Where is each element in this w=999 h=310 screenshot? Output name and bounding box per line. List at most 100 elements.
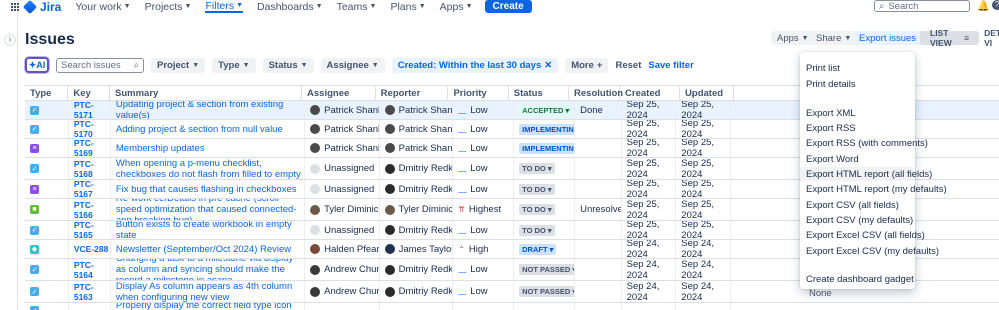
issue-key-link[interactable]: PTC-5169 — [74, 139, 110, 157]
reporter-person[interactable]: Patrick Shanley — [384, 124, 452, 135]
menu-item-export-csv-defaults[interactable]: Export CSV (my defaults) — [806, 215, 913, 226]
issue-summary-link[interactable]: Properly display the correct field type … — [116, 303, 304, 310]
assignee-person[interactable]: Patrick Shanley — [310, 143, 379, 154]
issue-summary-link[interactable]: Adding project & section from null value — [116, 124, 283, 135]
column-header-priority[interactable]: Priority — [448, 86, 509, 100]
reporter-person[interactable]: Dmitriy Redkin — [384, 184, 452, 195]
more-filters-button[interactable]: More + — [565, 57, 609, 73]
issue-key-link[interactable]: PTC-5164 — [74, 260, 110, 280]
priority-value[interactable]: ﹏ Low — [458, 105, 487, 116]
status-lozenge[interactable]: NOT PASSED ▾ — [519, 264, 575, 275]
reporter-person[interactable]: Patrick Shanley — [384, 105, 452, 116]
assignee-person[interactable]: Andrew Chung — [310, 286, 379, 297]
issue-summary-link[interactable]: When opening a p-menu checklist, checkbo… — [116, 158, 304, 179]
created-filter-chip[interactable]: Created: Within the last 30 days ✕ — [391, 57, 559, 73]
issue-key-link[interactable]: PTC-5165 — [74, 221, 110, 239]
nav-your-work[interactable]: Your work ▼ — [75, 1, 130, 13]
priority-value[interactable]: ﹏ Low — [458, 264, 487, 275]
status-lozenge[interactable]: TO DO ▾ — [519, 183, 555, 195]
nav-apps[interactable]: Apps ▼ — [440, 1, 473, 13]
column-header-created[interactable]: Created ↓ — [620, 86, 695, 100]
menu-item-export-xml[interactable]: Export XML — [806, 108, 856, 119]
column-header-assignee[interactable]: Assignee — [302, 86, 376, 100]
app-switcher-icon[interactable] — [10, 2, 19, 11]
status-lozenge[interactable]: IMPLEMENTING ▾ — [519, 142, 575, 154]
priority-value[interactable]: ﹏ Low — [458, 163, 487, 174]
status-lozenge[interactable]: TO DO ▾ — [519, 204, 555, 215]
status-lozenge[interactable]: ACCEPTED ▾ — [519, 104, 573, 116]
menu-item-export-word[interactable]: Export Word — [806, 154, 859, 165]
share-button[interactable]: Share ▼ — [810, 31, 858, 45]
nav-plans[interactable]: Plans ▼ — [390, 1, 425, 13]
global-search-input[interactable]: ⌕ Search — [874, 0, 970, 12]
nav-teams[interactable]: Teams ▼ — [337, 1, 377, 13]
help-icon[interactable]: ? — [992, 0, 999, 10]
nav-projects[interactable]: Projects ▼ — [145, 1, 192, 13]
table-row[interactable]: ✓ Properly display the correct field typ… — [25, 303, 999, 310]
apps-button[interactable]: Apps ▼ — [771, 31, 815, 45]
issue-summary-link[interactable]: Button exists to create workbook in empt… — [116, 221, 304, 239]
reporter-person[interactable]: Dmitriy Redkin — [384, 264, 452, 275]
expand-sidebar-icon[interactable]: › — [4, 34, 16, 46]
nav-dashboards[interactable]: Dashboards ▼ — [257, 1, 323, 13]
type-filter[interactable]: Type ▼ — [212, 57, 256, 73]
menu-item-export-excel-csv-all[interactable]: Export Excel CSV (all fields) — [806, 230, 925, 241]
status-lozenge[interactable]: NOT PASSED ▾ — [519, 286, 575, 297]
reporter-person[interactable]: Patrick Shanley — [384, 143, 452, 154]
issue-summary-link[interactable]: Newsletter (September/Oct 2024) Review — [116, 244, 291, 255]
list-view-tab[interactable]: LIST VIEW ≡ — [920, 28, 980, 48]
assignee-person[interactable]: Patrick Shanley — [310, 105, 379, 116]
ai-filter-button[interactable]: ✦ AI — [25, 57, 49, 73]
issue-summary-link[interactable]: Membership updates — [116, 143, 205, 154]
close-icon[interactable]: ✕ — [544, 60, 552, 71]
jira-logo[interactable]: Jira — [22, 0, 61, 14]
column-header-reporter[interactable]: Reporter — [376, 86, 449, 100]
reset-button[interactable]: Reset — [615, 60, 641, 71]
assignee-filter[interactable]: Assignee ▼ — [320, 57, 385, 73]
issue-key-link[interactable]: PTC-5163 — [74, 282, 110, 302]
project-filter[interactable]: Project ▼ — [151, 57, 206, 73]
menu-item-export-rss-comments[interactable]: Export RSS (with comments) — [806, 138, 928, 149]
status-lozenge[interactable]: IMPLEMENTING ▾ — [519, 123, 575, 135]
assignee-person[interactable]: Unassigned — [310, 225, 374, 236]
create-button[interactable]: Create — [484, 0, 532, 13]
issue-summary-link[interactable]: Updating project & section from existing… — [116, 101, 304, 119]
priority-value[interactable]: ⇈ Highest — [458, 204, 501, 215]
nav-filters[interactable]: Filters ▼ — [205, 0, 244, 13]
menu-item-export-html-defaults[interactable]: Export HTML report (my defaults) — [806, 184, 947, 195]
priority-value[interactable]: ⌃ High — [458, 244, 488, 255]
status-lozenge[interactable]: TO DO ▾ — [519, 224, 555, 236]
menu-item-create-dashboard-gadget[interactable]: Create dashboard gadget — [806, 274, 914, 285]
menu-item-export-html-all[interactable]: Export HTML report (all fields) — [806, 169, 932, 180]
issue-summary-link[interactable]: Re-work eefDetails in pre-cache (scroll … — [116, 199, 304, 220]
assignee-person[interactable]: Andrew Chung — [310, 264, 379, 275]
issue-key-link[interactable]: PTC-5166 — [74, 200, 110, 220]
issue-key-link[interactable]: PTC-5168 — [74, 159, 110, 179]
menu-item-print-details[interactable]: Print details — [806, 79, 856, 90]
column-header-updated[interactable]: Updated — [680, 86, 735, 100]
assignee-person[interactable]: Unassigned — [310, 184, 374, 195]
menu-item-export-csv-all[interactable]: Export CSV (all fields) — [806, 200, 899, 211]
priority-value[interactable]: ﹏ Low — [458, 286, 487, 297]
column-header-type[interactable]: Type — [25, 86, 69, 100]
detail-view-tab[interactable]: DETAIL VI — [979, 28, 999, 48]
menu-item-export-rss[interactable]: Export RSS — [806, 123, 856, 134]
notifications-bell-icon[interactable]: 🔔 — [977, 1, 989, 12]
save-filter-button[interactable]: Save filter — [648, 60, 693, 71]
issue-key-link[interactable]: PTC-5171 — [74, 101, 110, 119]
issue-key-link[interactable]: PTC-5167 — [74, 180, 110, 198]
column-header-summary[interactable]: Summary — [110, 86, 303, 100]
search-issues-input[interactable]: Search issues ⌕ — [56, 57, 144, 73]
column-header-key[interactable]: Key — [68, 86, 110, 100]
menu-item-export-excel-csv-defaults[interactable]: Export Excel CSV (my defaults) — [806, 246, 939, 257]
status-lozenge[interactable]: TO DO ▾ — [519, 163, 555, 174]
issue-summary-link[interactable]: Changing a task to a milestone via displ… — [116, 259, 304, 280]
reporter-person[interactable]: Dmitriy Redkin — [384, 163, 452, 174]
priority-value[interactable]: ﹏ Low — [458, 225, 487, 236]
column-header-resolution[interactable]: Resolution — [569, 86, 623, 100]
status-lozenge[interactable]: DRAFT ▾ — [519, 243, 557, 255]
assignee-person[interactable]: Tyler Diminick — [310, 204, 379, 215]
reporter-person[interactable]: James Taylor — [384, 244, 452, 255]
priority-value[interactable]: ﹏ Low — [458, 184, 487, 195]
reporter-person[interactable]: Dmitriy Redkin — [384, 286, 452, 297]
